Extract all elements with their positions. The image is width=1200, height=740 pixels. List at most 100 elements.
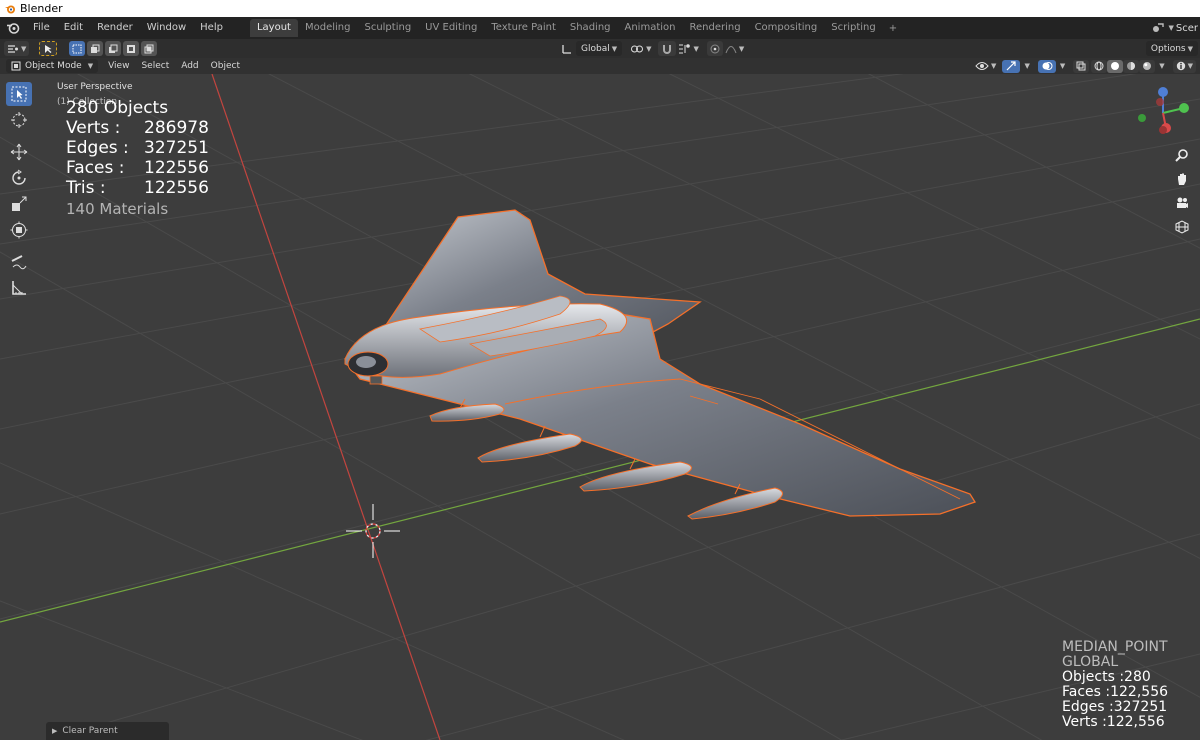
tab-texture-paint[interactable]: Texture Paint (484, 19, 563, 37)
pivot-point-button[interactable]: ▼ (630, 43, 652, 55)
tool-rotate[interactable] (6, 166, 32, 190)
tool-select-box[interactable] (6, 82, 32, 106)
object-mode-icon (11, 61, 21, 71)
mode-dropdown[interactable]: Object Mode ▼ (6, 59, 99, 73)
shading-solid-button[interactable] (1107, 59, 1124, 73)
camera-view-button[interactable] (1171, 192, 1193, 214)
window-title: Blender (20, 2, 63, 15)
tool-move[interactable] (6, 140, 32, 164)
tool-scale[interactable] (6, 192, 32, 216)
select-mode-subtract-button[interactable] (105, 41, 122, 56)
overlays-toggle-button[interactable] (1037, 59, 1056, 73)
pan-button[interactable] (1171, 168, 1193, 190)
options-dropdown[interactable]: Options ▼ (1145, 41, 1199, 56)
eye-icon (975, 62, 989, 70)
gizmo-z-axis-icon[interactable] (1158, 87, 1168, 97)
chevron-down-icon[interactable]: ▼ (1169, 24, 1174, 32)
scene-statistics: 280 Objects Verts : 286978 Edges : 32725… (66, 98, 209, 219)
navigation-gizmo[interactable] (1132, 82, 1194, 144)
flying-wing-model[interactable] (344, 209, 976, 520)
tool-cursor[interactable] (6, 108, 32, 132)
zoom-button[interactable] (1171, 144, 1193, 166)
stat-row-edges: Edges : 327251 (66, 138, 209, 158)
cursor-icon (11, 112, 27, 128)
menu-view[interactable]: View (102, 61, 135, 71)
select-mode-new-button[interactable] (69, 41, 86, 56)
tool-annotate[interactable] (6, 250, 32, 274)
cursor-arrow-icon (45, 44, 52, 53)
editor-type-button[interactable]: ▼ (4, 41, 30, 56)
pivot-readout: MEDIAN_POINT (1062, 639, 1168, 655)
menu-file[interactable]: File (26, 17, 57, 39)
chevron-down-icon[interactable]: ▼ (1060, 62, 1065, 70)
objects-count: 280 Objects (66, 98, 169, 118)
ortho-toggle-button[interactable] (1171, 216, 1193, 238)
nose-gear (369, 375, 383, 385)
menu-edit[interactable]: Edit (57, 17, 90, 39)
menu-help[interactable]: Help (193, 17, 230, 39)
pod-2 (477, 433, 582, 463)
tool-transform[interactable] (6, 218, 32, 242)
visibility-button[interactable]: ▼ (975, 61, 996, 71)
gizmo-neg-y-icon[interactable] (1138, 114, 1146, 122)
proportional-edit-button[interactable] (706, 41, 723, 56)
menu-add[interactable]: Add (175, 61, 204, 71)
snap-target-button[interactable]: ▼ (678, 43, 699, 55)
select-mode-extend-button[interactable] (87, 41, 104, 56)
transform-orientation[interactable]: Global ▼ (561, 41, 623, 56)
shading-rendered-button[interactable] (1139, 59, 1156, 73)
chevron-down-icon[interactable]: ▼ (1159, 62, 1164, 70)
scene-icon[interactable] (1151, 21, 1165, 35)
overlays-icon (1042, 62, 1053, 70)
menu-window[interactable]: Window (140, 17, 193, 39)
shading-material-button[interactable] (1123, 59, 1140, 73)
select-tool-button[interactable] (39, 41, 58, 56)
tab-compositing[interactable]: Compositing (748, 19, 825, 37)
gizmo-neg-x-icon[interactable] (1156, 98, 1164, 106)
add-workspace-button[interactable]: + (883, 23, 903, 34)
menu-object[interactable]: Object (205, 61, 246, 71)
tab-animation[interactable]: Animation (618, 19, 683, 37)
xray-toggle-button[interactable] (1073, 59, 1090, 73)
select-intersect-icon (144, 44, 154, 53)
chevron-down-icon: ▼ (611, 44, 618, 53)
expand-triangle-icon[interactable]: ▶ (52, 727, 57, 735)
last-operator-panel[interactable]: ▶ Clear Parent (46, 722, 169, 740)
gizmo-neg-z-icon[interactable] (1159, 126, 1167, 134)
tab-rendering[interactable]: Rendering (682, 19, 747, 37)
select-extend-icon (91, 44, 100, 53)
tab-scripting[interactable]: Scripting (824, 19, 882, 37)
tab-uv-editing[interactable]: UV Editing (418, 19, 484, 37)
snap-toggle-button[interactable] (657, 41, 676, 56)
select-mode-intersect-button[interactable] (141, 41, 158, 56)
gizmo-toggle-button[interactable] (1002, 59, 1021, 73)
orientation-dropdown[interactable]: Global ▼ (576, 41, 623, 56)
blender-menu-icon[interactable] (6, 21, 20, 35)
menu-select[interactable]: Select (135, 61, 175, 71)
scene-name[interactable]: Scer (1176, 23, 1198, 34)
chevron-down-icon[interactable]: ▼ (1024, 62, 1029, 70)
edges-value: 327251 (144, 138, 209, 158)
select-box-icon (11, 86, 27, 102)
tab-sculpting[interactable]: Sculpting (357, 19, 418, 37)
orientation-axes-icon (562, 44, 571, 54)
faces-label: Faces : (66, 158, 125, 178)
3d-cursor[interactable] (346, 504, 400, 558)
falloff-button[interactable]: ▼ (725, 44, 744, 54)
chevron-down-icon: ▼ (1187, 44, 1194, 53)
shading-wireframe-button[interactable] (1091, 59, 1108, 73)
sidebar-toggle-button[interactable]: ▼ (1172, 59, 1196, 73)
tab-modeling[interactable]: Modeling (298, 19, 358, 37)
rendered-sphere-icon (1143, 62, 1152, 70)
materials-count: 140 Materials (66, 200, 169, 218)
3d-viewport[interactable]: User Perspective (1) Collection 280 Obje… (0, 74, 1200, 740)
material-sphere-icon (1127, 62, 1136, 70)
gizmo-y-axis-icon[interactable] (1179, 103, 1189, 113)
tab-layout[interactable]: Layout (249, 19, 298, 37)
stat-row-tris: Tris : 122556 (66, 178, 209, 198)
tab-shading[interactable]: Shading (563, 19, 618, 37)
menu-render[interactable]: Render (90, 17, 140, 39)
select-mode-invert-button[interactable] (123, 41, 140, 56)
tool-measure[interactable] (6, 276, 32, 300)
verts-readout: Verts :122,556 (1062, 714, 1165, 730)
